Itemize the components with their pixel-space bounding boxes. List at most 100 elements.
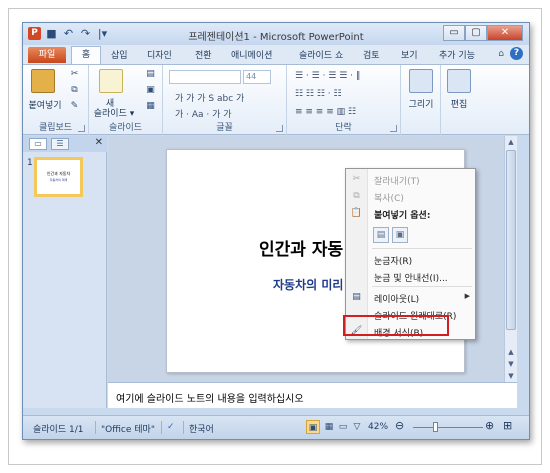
zoom-slider-knob[interactable]	[433, 422, 438, 432]
tab-design[interactable]: 디자인	[147, 48, 172, 61]
paste-icon: 📋	[350, 208, 363, 218]
tab-home[interactable]: 홈	[71, 46, 101, 64]
shapes-icon[interactable]	[409, 69, 433, 93]
help-icon[interactable]: ?	[510, 47, 523, 60]
draw-button-label[interactable]: 그리기	[401, 97, 441, 110]
tab-transitions[interactable]: 전환	[195, 48, 212, 61]
minimize-button[interactable]: ▭	[443, 25, 465, 41]
slide-counter: 슬라이드 1/1	[33, 425, 84, 435]
tab-slideshow[interactable]: 슬라이드 쇼	[299, 48, 343, 61]
ribbon: 붙여넣기 ✂ ⧉ ✎ 클립보드 새 슬라이드 ▾ ▤ ▣ ▦ 슬라이드 44 가…	[23, 64, 529, 135]
copy-icon[interactable]: ⧉	[69, 85, 80, 96]
zoom-level[interactable]: 42%	[368, 422, 388, 432]
slides-group: 새 슬라이드 ▾ ▤ ▣ ▦ 슬라이드	[89, 65, 163, 135]
tab-addins[interactable]: 추가 기능	[439, 48, 475, 61]
zoom-in-icon[interactable]: ⊕	[485, 419, 494, 432]
window-controls: ▭ ▢ ✕	[443, 25, 523, 41]
slides-group-label: 슬라이드	[108, 123, 143, 133]
scroll-up-icon[interactable]: ▲	[505, 136, 517, 148]
section-icon[interactable]: ▦	[145, 101, 156, 112]
menu-item-ruler[interactable]: 눈금자(R)	[346, 251, 476, 268]
tab-review[interactable]: 검토	[363, 48, 380, 61]
list-buttons-row[interactable]: ☰ · ☰ · ☰ ☰ · ‖	[295, 71, 360, 81]
prev-slide-icon[interactable]: ▲	[505, 346, 517, 358]
next-slide-icon[interactable]: ▼	[505, 358, 517, 370]
close-button[interactable]: ✕	[487, 25, 523, 41]
indent-buttons-row[interactable]: ☷ ☷ ☷ · ☷	[295, 89, 342, 99]
tab-insert[interactable]: 삽입	[111, 48, 128, 61]
paragraph-dialog-launcher-icon[interactable]	[390, 125, 397, 132]
slides-pane: ▭ ☰ ✕ 1 인간과 자동차 자동차의 미래	[23, 136, 107, 408]
edit-button-label[interactable]: 편집	[441, 97, 477, 110]
slides-tab-icon[interactable]: ▭	[29, 138, 47, 150]
tab-animations[interactable]: 애니메이션	[231, 48, 272, 61]
submenu-arrow-icon: ▶	[464, 292, 470, 300]
layout-icon[interactable]: ▤	[145, 69, 156, 80]
font-name-field[interactable]	[169, 70, 241, 84]
cut-icon[interactable]: ✂	[69, 69, 80, 80]
status-bar: 슬라이드 1/1 "Office 테마" ✓ 한국어 ▣ ▦ ▭ ▽ 42% ⊖…	[23, 415, 529, 439]
cut-icon: ✂	[352, 174, 361, 184]
drawing-group: 그리기	[401, 65, 441, 135]
scrollbar-thumb[interactable]	[506, 150, 516, 330]
scroll-down-icon[interactable]: ▼	[505, 370, 517, 382]
slide-number: 1	[27, 158, 33, 168]
slide-title[interactable]: 인간과 자동	[259, 235, 343, 260]
font-format-row-1[interactable]: 가 가 가 S abc 가	[175, 91, 244, 104]
menu-item-layout[interactable]: ▤ 레이아웃(L) ▶	[346, 289, 476, 306]
paste-keep-format-icon[interactable]: ▤	[373, 227, 389, 243]
slide-thumbnail[interactable]: 인간과 자동차 자동차의 미래	[34, 157, 83, 197]
slide-sorter-icon[interactable]: ▦	[322, 420, 336, 434]
format-background-highlight	[343, 315, 449, 336]
layout-icon: ▤	[352, 292, 361, 302]
paste-picture-icon[interactable]: ▣	[392, 227, 408, 243]
reset-slide-icon[interactable]: ▣	[145, 85, 156, 96]
outline-tab-icon[interactable]: ☰	[51, 138, 69, 150]
fit-to-window-icon[interactable]: ⊞	[503, 419, 512, 432]
clipboard-dialog-launcher-icon[interactable]	[78, 125, 85, 132]
format-painter-icon[interactable]: ✎	[69, 101, 80, 112]
maximize-button[interactable]: ▢	[465, 25, 487, 41]
menu-item-paste-options: 📋 붙여넣기 옵션:	[346, 205, 476, 222]
new-slide-icon[interactable]	[99, 69, 123, 93]
editing-group: 편집	[441, 65, 477, 135]
slide-subtitle[interactable]: 자동차의 미리	[273, 276, 343, 293]
zoom-out-icon[interactable]: ⊖	[395, 419, 404, 432]
vertical-scrollbar[interactable]: ▲ ▲ ▼ ▼	[504, 136, 517, 382]
binoculars-icon[interactable]	[447, 69, 471, 93]
close-pane-icon[interactable]: ✕	[95, 137, 103, 148]
menu-item-copy[interactable]: ⧉ 복사(C)	[346, 188, 476, 205]
slideshow-view-icon[interactable]: ▽	[350, 420, 364, 434]
paste-button-label[interactable]: 붙여넣기	[25, 98, 65, 111]
tab-file[interactable]: 파일	[28, 47, 66, 63]
notes-pane[interactable]: 여기에 슬라이드 노트의 내용을 입력하십시오	[108, 382, 517, 408]
minimize-ribbon-icon[interactable]: ⌂	[498, 49, 504, 59]
menu-item-paste-options-label: 붙여넣기 옵션:	[374, 211, 431, 221]
menu-item-layout-label: 레이아웃(L)	[374, 295, 420, 305]
spell-check-icon[interactable]: ✓	[167, 422, 175, 432]
new-slide-label-line2[interactable]: 슬라이드 ▾	[89, 106, 139, 119]
font-dialog-launcher-icon[interactable]	[276, 125, 283, 132]
tab-view[interactable]: 보기	[401, 48, 418, 61]
reading-view-icon[interactable]: ▭	[336, 420, 350, 434]
menu-item-cut[interactable]: ✂ 잘라내기(T)	[346, 171, 476, 188]
font-group: 44 가 가 가 S abc 가 가 · Aa · 가 가 글꼴	[163, 65, 287, 135]
clipboard-group: 붙여넣기 ✂ ⧉ ✎ 클립보드	[23, 65, 89, 135]
ribbon-help-area: ⌂ ?	[498, 47, 523, 60]
paste-icon[interactable]	[31, 69, 55, 93]
menu-item-grid-guides[interactable]: 눈금 및 안내선(I)...	[346, 268, 476, 285]
normal-view-icon[interactable]: ▣	[306, 420, 320, 434]
font-size-field[interactable]: 44	[243, 70, 271, 84]
menu-item-ruler-label: 눈금자(R)	[374, 257, 413, 267]
thumbnail-title: 인간과 자동차	[46, 171, 71, 176]
menu-separator	[372, 248, 472, 249]
font-format-row-2[interactable]: 가 · Aa · 가 가	[175, 107, 232, 120]
menu-item-copy-label: 복사(C)	[374, 194, 404, 204]
notes-placeholder[interactable]: 여기에 슬라이드 노트의 내용을 입력하십시오	[116, 390, 304, 405]
thumbnail-subtitle: 자동차의 미래	[49, 178, 68, 182]
zoom-slider[interactable]	[413, 427, 483, 428]
align-buttons-row[interactable]: ≡ ≡ ≡ ≡ ▥ ☷	[295, 107, 356, 117]
paragraph-group-label: 단락	[335, 123, 352, 133]
title-bar: P ■ ↶ ↷ |▾ 프레젠테이션1 - Microsoft PowerPoin…	[23, 23, 529, 45]
status-divider	[161, 421, 162, 434]
